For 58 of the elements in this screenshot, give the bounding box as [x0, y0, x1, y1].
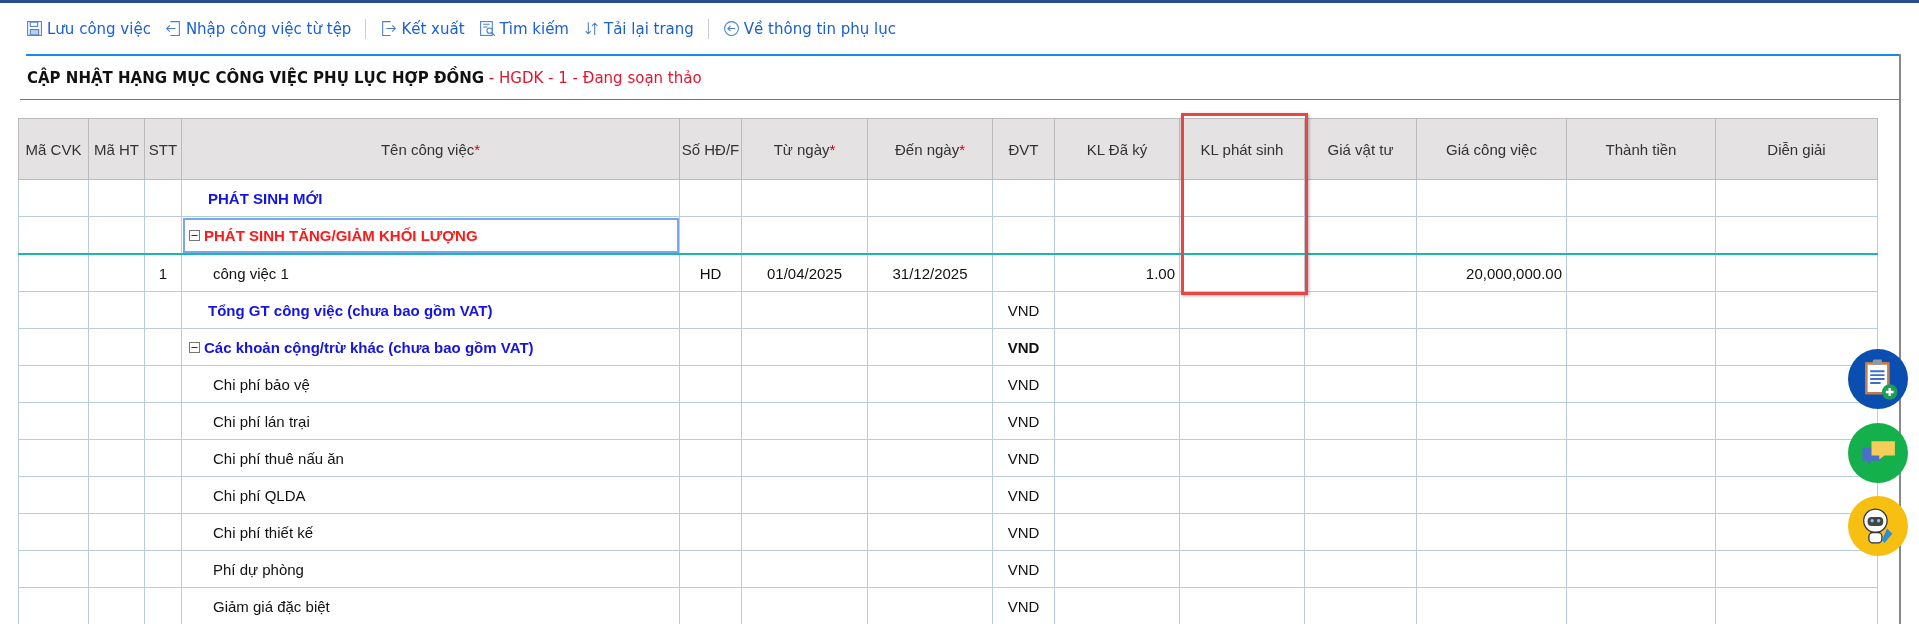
table-cell: HD [699, 264, 722, 282]
page-title: CẬP NHẬT HẠNG MỤC CÔNG VIỆC PHỤ LỤC HỢP ĐỒNG [27, 68, 485, 87]
table-cell: VND [1007, 301, 1040, 319]
table-cell: VND [1007, 560, 1040, 578]
table-cell: VND [1007, 523, 1040, 541]
search-icon [478, 20, 496, 37]
import-icon [164, 20, 182, 37]
toolbar-button[interactable]: Tìm kiếm [478, 19, 569, 38]
table-cell: VND [1007, 375, 1040, 393]
toolbar-button[interactable]: Lưu công việc [26, 19, 151, 38]
chat-bubbles-icon[interactable] [1848, 423, 1908, 483]
reload-icon [583, 20, 600, 37]
table-cell: 31/12/2025 [892, 264, 968, 282]
column-header[interactable]: Đến ngày [894, 140, 960, 158]
task-name: Chi phí lán trại [213, 412, 310, 430]
task-name: Chi phí bảo vệ [213, 375, 310, 393]
table-cell: 1 [158, 264, 168, 282]
toolbar-button[interactable]: Tải lại trang [583, 19, 694, 38]
column-header[interactable]: Diễn giải [1767, 140, 1826, 158]
column-header[interactable]: KL phát sinh [1200, 140, 1284, 158]
task-name: Tổng GT công việc (chưa bao gồm VAT) [208, 301, 493, 319]
document-status: - HGDK - 1 - Đang soạn thảo [487, 68, 702, 87]
table-cell: VND [1007, 412, 1040, 430]
column-header[interactable]: Giá công việc [1446, 140, 1537, 158]
task-name: Phí dự phòng [213, 560, 304, 578]
task-name: công việc 1 [213, 264, 289, 282]
table-cell: 20,000,000.00 [1466, 264, 1562, 282]
table-cell: VND [1007, 597, 1040, 615]
table-cell: 1.00 [1145, 264, 1175, 282]
required-mark: * [959, 140, 966, 158]
column-header[interactable]: Thành tiền [1605, 140, 1677, 158]
column-header[interactable]: Từ ngày [773, 140, 830, 158]
task-name: PHÁT SINH TĂNG/GIẢM KHỐI LƯỢNG [204, 226, 478, 244]
toolbar-button[interactable]: Kết xuất [380, 19, 465, 38]
clipboard-add-icon[interactable] [1848, 349, 1908, 409]
table-cell: VND [1007, 486, 1040, 504]
export-icon [380, 20, 398, 37]
table-cell: VND [1007, 338, 1040, 356]
save-icon [26, 20, 43, 37]
column-header[interactable]: Giá vật tư [1327, 140, 1394, 158]
table-cell: VND [1007, 449, 1040, 467]
required-mark: * [474, 140, 481, 158]
task-name: Chi phí QLDA [213, 486, 306, 504]
column-header[interactable]: ĐVT [1008, 140, 1039, 158]
column-header[interactable]: Tên công việc [380, 140, 475, 158]
task-name: PHÁT SINH MỚI [208, 189, 323, 207]
task-name: Giảm giá đặc biệt [213, 597, 330, 615]
task-name: Chi phí thuê nấu ăn [213, 449, 344, 467]
task-name: Các khoản cộng/trừ khác (chưa bao gồm VAT) [204, 338, 534, 356]
required-mark: * [829, 140, 836, 158]
table-cell: 01/04/2025 [766, 264, 843, 282]
robot-wrench-icon[interactable] [1848, 496, 1908, 556]
task-name: Chi phí thiết kế [213, 523, 314, 541]
column-header[interactable]: KL Đã ký [1086, 140, 1148, 158]
collapse-toggle[interactable] [189, 229, 200, 241]
toolbar-button[interactable]: Nhập công việc từ tệp [164, 19, 352, 38]
toolbar-button[interactable]: Về thông tin phụ lục [722, 19, 896, 38]
collapse-toggle[interactable] [189, 341, 200, 353]
